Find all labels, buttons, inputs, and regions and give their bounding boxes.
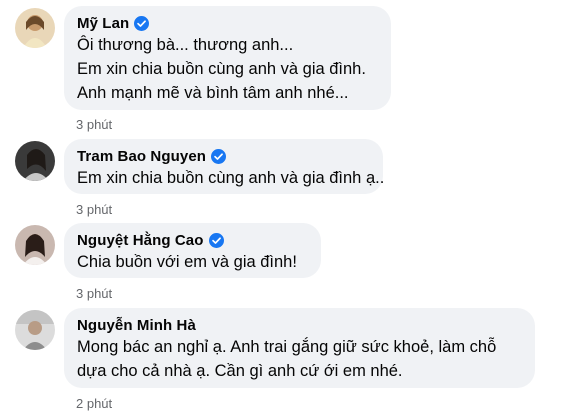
avatar[interactable]	[15, 8, 55, 48]
comment-3: Nguyệt Hằng Cao Chia buồn với em và gia …	[0, 222, 580, 302]
comment-2: Tram Bao Nguyen Em xin chia buồn cùng an…	[0, 138, 580, 218]
comment-1: Mỹ Lan Ôi thương bà... thương anh... Em …	[0, 0, 580, 140]
author-name[interactable]: Tram Bao Nguyen	[77, 148, 206, 165]
avatar[interactable]	[15, 225, 55, 265]
comment-text: Em xin chia buồn cùng anh và gia đình.	[77, 60, 366, 78]
comment-bubble: Tram Bao Nguyen Em xin chia buồn cùng an…	[64, 139, 385, 194]
comment-timestamp[interactable]: 3 phút	[76, 286, 112, 301]
verified-badge-icon	[134, 15, 150, 31]
comment-timestamp[interactable]: 2 phút	[76, 396, 112, 411]
comment-text: Em xin chia buồn cùng anh và gia đình ạ.…	[77, 169, 385, 187]
comment-timestamp[interactable]: 3 phút	[76, 202, 112, 217]
author-name[interactable]: Nguyễn Minh Hà	[77, 317, 196, 334]
profile-photo-icon	[15, 141, 55, 181]
comment-4: Nguyễn Minh Hà Mong bác an nghỉ ạ. Anh t…	[0, 306, 580, 414]
author-name[interactable]: Mỹ Lan	[77, 15, 129, 32]
comment-timestamp[interactable]: 3 phút	[76, 117, 112, 132]
comment-bubble: Nguyệt Hằng Cao Chia buồn với em và gia …	[64, 223, 321, 278]
comment-text: Anh mạnh mẽ và bình tâm anh nhé...	[77, 84, 349, 102]
avatar[interactable]	[15, 310, 55, 350]
author-name[interactable]: Nguyệt Hằng Cao	[77, 232, 204, 249]
comment-bubble: Nguyễn Minh Hà Mong bác an nghỉ ạ. Anh t…	[64, 308, 535, 388]
profile-photo-icon	[15, 8, 55, 48]
verified-badge-icon	[211, 148, 227, 164]
comment-text: dựa cho cả nhà ạ. Cần gì anh cứ ới em nh…	[77, 362, 403, 380]
avatar[interactable]	[15, 141, 55, 181]
comment-text: Ôi thương bà... thương anh...	[77, 36, 294, 54]
comment-bubble: Mỹ Lan Ôi thương bà... thương anh... Em …	[64, 6, 391, 110]
comment-text: Mong bác an nghỉ ạ. Anh trai gắng giữ sứ…	[77, 338, 497, 356]
profile-photo-icon	[15, 310, 55, 350]
comment-text: Chia buồn với em và gia đình!	[77, 253, 297, 271]
profile-photo-icon	[15, 225, 55, 265]
verified-badge-icon	[208, 232, 224, 248]
